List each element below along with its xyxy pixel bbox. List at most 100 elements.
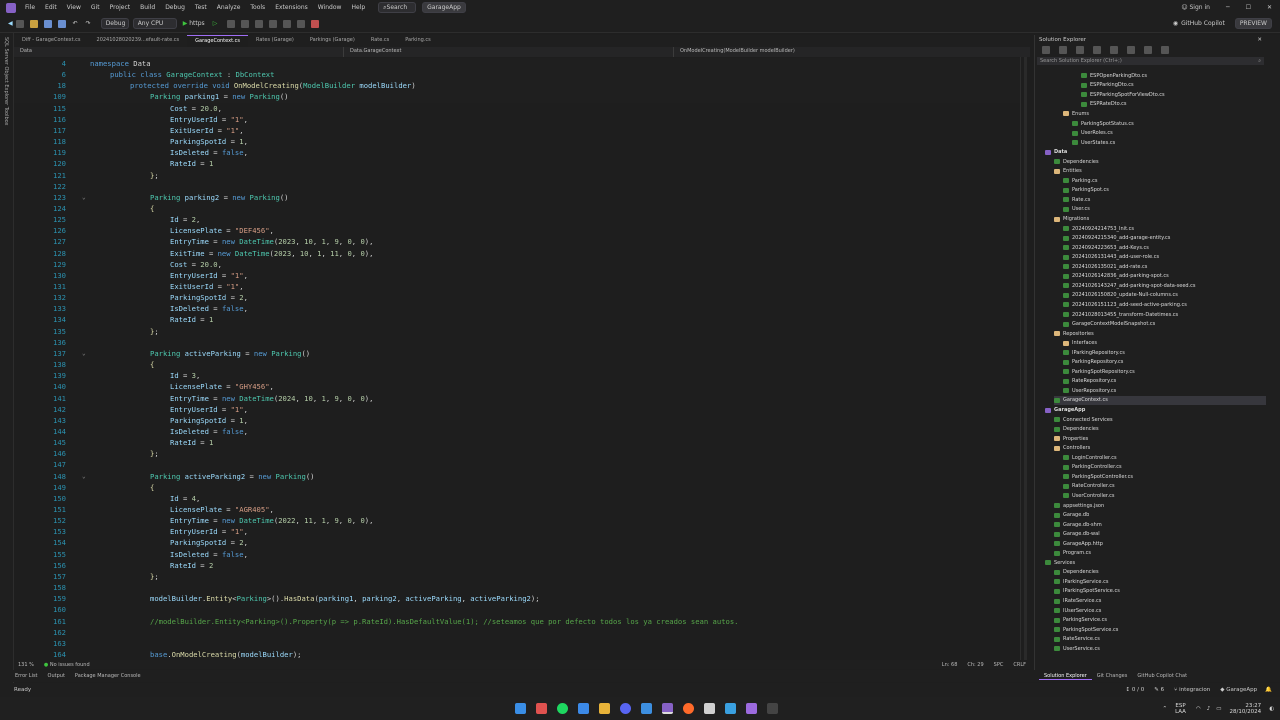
- tree-item[interactable]: IRateService.cs: [1054, 596, 1101, 606]
- tree-item[interactable]: Data: [1045, 147, 1067, 157]
- tree-item[interactable]: 20241026135021_add-rate.cs: [1063, 262, 1147, 272]
- tree-item[interactable]: Rate.cs: [1063, 195, 1090, 205]
- code-line[interactable]: 146};: [14, 448, 1024, 459]
- menu-view[interactable]: View: [62, 4, 86, 11]
- telegram-icon[interactable]: [725, 703, 736, 714]
- tree-item[interactable]: 20241026143247_add-parking-spot-data-see…: [1063, 281, 1196, 291]
- open-icon[interactable]: [29, 19, 38, 28]
- code-line[interactable]: 132 ParkingSpotId = 2,: [14, 292, 1024, 303]
- wifi-icon[interactable]: ◠: [1196, 706, 1201, 712]
- tab-solution-explorer[interactable]: Solution Explorer: [1039, 673, 1092, 680]
- menu-file[interactable]: File: [20, 4, 40, 11]
- tab-document[interactable]: Parkings (Garage): [302, 35, 363, 47]
- menu-tools[interactable]: Tools: [245, 4, 270, 11]
- tree-item[interactable]: ParkingSpotRepository.cs: [1063, 367, 1135, 377]
- code-editor[interactable]: 4 namespace Data 6 public class GarageConte…: [14, 57, 1024, 660]
- clock[interactable]: 23:27 28/10/2024: [1229, 703, 1261, 715]
- tree-item[interactable]: ParkingSpotStatus.cs: [1072, 119, 1134, 129]
- code-line[interactable]: 149 {: [14, 482, 1024, 493]
- code-line[interactable]: 160: [14, 604, 1024, 615]
- properties-icon[interactable]: [1161, 46, 1169, 54]
- code-line[interactable]: 137 Parking activeParking = new Parking()…: [14, 348, 1024, 359]
- tree-item[interactable]: ESPRateDto.cs: [1081, 100, 1127, 110]
- code-line[interactable]: 123 Parking parking2 = new Parking() ⌄: [14, 192, 1024, 203]
- tab-github-copilot-chat[interactable]: GitHub Copilot Chat: [1132, 673, 1192, 680]
- menu-project[interactable]: Project: [105, 4, 136, 11]
- tree-item[interactable]: GarageContext.cs: [1054, 395, 1267, 406]
- branch-selector[interactable]: ⑂ integracion: [1174, 687, 1210, 693]
- sync-icon[interactable]: [1127, 46, 1135, 54]
- vscode-icon[interactable]: [641, 703, 652, 714]
- code-line[interactable]: 120 RateId = 1: [14, 158, 1024, 169]
- tree-folder[interactable]: Migrations: [1054, 214, 1089, 224]
- code-line[interactable]: 140 LicensePlate = "GHY456",: [14, 381, 1024, 392]
- run-button[interactable]: ▶ https: [183, 20, 205, 27]
- search-box[interactable]: ⌕ Search: [378, 2, 417, 13]
- member-dropdown[interactable]: OnModelCreating(ModelBuilder modelBuilde…: [674, 47, 1014, 57]
- tree-item[interactable]: GarageApp.http: [1054, 539, 1103, 549]
- firefox-icon[interactable]: [683, 703, 694, 714]
- code-line[interactable]: 163: [14, 638, 1024, 649]
- sticky-scroll-line[interactable]: 6 public class GarageContext : DbContext: [14, 69, 1024, 81]
- tree-item[interactable]: IParkingService.cs: [1054, 577, 1108, 587]
- undo-icon[interactable]: ↶: [73, 20, 78, 27]
- bookmark-icon[interactable]: [311, 19, 320, 28]
- sql-server-object-explorer-tab[interactable]: SQL Server Object Explorer Toolbox: [0, 33, 12, 130]
- menu-test[interactable]: Test: [190, 4, 212, 11]
- tree-folder[interactable]: Entities: [1054, 167, 1082, 177]
- tree-item[interactable]: Dependencies: [1054, 157, 1099, 167]
- code-line[interactable]: 139 Id = 3,: [14, 370, 1024, 381]
- tab-package-manager-console[interactable]: Package Manager Console: [70, 673, 146, 679]
- fold-chevron-icon[interactable]: ⌄: [82, 348, 86, 359]
- tree-item[interactable]: RateService.cs: [1054, 634, 1100, 644]
- code-line[interactable]: 125 Id = 2,: [14, 214, 1024, 225]
- indent-mode[interactable]: SPC: [994, 662, 1004, 668]
- code-line[interactable]: 159 modelBuilder.Entity<Parking>().HasDat…: [14, 593, 1024, 604]
- sign-in-link[interactable]: ☺ Sign in: [1181, 4, 1218, 11]
- menu-extensions[interactable]: Extensions: [270, 4, 313, 11]
- tree-folder[interactable]: Controllers: [1054, 443, 1090, 453]
- tree-item[interactable]: UserRepository.cs: [1063, 386, 1116, 396]
- sticky-scroll-line[interactable]: 4 namespace Data: [14, 58, 1024, 70]
- tab-document[interactable]: Rate.cs: [363, 35, 397, 47]
- class-dropdown[interactable]: Data.GarageContext: [344, 47, 674, 57]
- code-line[interactable]: 135};: [14, 326, 1024, 337]
- panel-close-icon[interactable]: ✕: [1257, 37, 1262, 43]
- tab-git-changes[interactable]: Git Changes: [1092, 673, 1133, 680]
- code-line[interactable]: 130 EntryUserId = "1",: [14, 270, 1024, 281]
- tree-folder[interactable]: Interfaces: [1063, 338, 1097, 348]
- tab-document[interactable]: 20241028020239...efault-rate.cs: [89, 35, 188, 47]
- code-line[interactable]: 154 ParkingSpotId = 2,: [14, 537, 1024, 548]
- tree-item[interactable]: Program.cs: [1054, 549, 1091, 559]
- menu-analyze[interactable]: Analyze: [212, 4, 246, 11]
- tree-item[interactable]: GarageApp: [1045, 405, 1085, 415]
- code-line[interactable]: 156 RateId = 2: [14, 560, 1024, 571]
- mail-icon[interactable]: [578, 703, 589, 714]
- tree-item[interactable]: IUserService.cs: [1054, 606, 1101, 616]
- github-copilot-button[interactable]: ◉ GitHub Copilot: [1173, 20, 1225, 27]
- switch-views-icon[interactable]: [1093, 46, 1101, 54]
- collapse-all-icon[interactable]: [1144, 46, 1152, 54]
- tree-item[interactable]: UserService.cs: [1054, 644, 1100, 654]
- toolbar-icon[interactable]: [255, 19, 264, 28]
- tree-item[interactable]: IParkingSpotService.cs: [1054, 587, 1120, 597]
- line-ending[interactable]: CRLF: [1013, 662, 1026, 668]
- toolbar-icon[interactable]: [241, 19, 250, 28]
- tree-item[interactable]: User.cs: [1063, 205, 1090, 215]
- tree-item[interactable]: Dependencies: [1054, 424, 1099, 434]
- tab-document[interactable]: Parking.cs: [397, 35, 438, 47]
- code-line[interactable]: 127 EntryTime = new DateTime(2023, 10, 1,…: [14, 236, 1024, 247]
- code-line[interactable]: 133 IsDeleted = false,: [14, 303, 1024, 314]
- app-icon[interactable]: [704, 703, 715, 714]
- code-line[interactable]: 134 RateId = 1: [14, 314, 1024, 325]
- tree-item[interactable]: ParkingController.cs: [1063, 463, 1122, 473]
- tree-item[interactable]: ESPParkingDto.cs: [1081, 81, 1134, 91]
- repo-selector[interactable]: ◆ GarageApp: [1220, 687, 1257, 693]
- tree-item[interactable]: GarageContextModelSnapshot.cs: [1063, 319, 1155, 329]
- code-line[interactable]: 138 {: [14, 359, 1024, 370]
- tab-output[interactable]: Output: [43, 673, 70, 679]
- fold-chevron-icon[interactable]: ⌄: [82, 192, 86, 203]
- app-icon[interactable]: [746, 703, 757, 714]
- tree-folder[interactable]: Enums: [1063, 109, 1089, 119]
- preview-badge[interactable]: PREVIEW: [1234, 18, 1272, 29]
